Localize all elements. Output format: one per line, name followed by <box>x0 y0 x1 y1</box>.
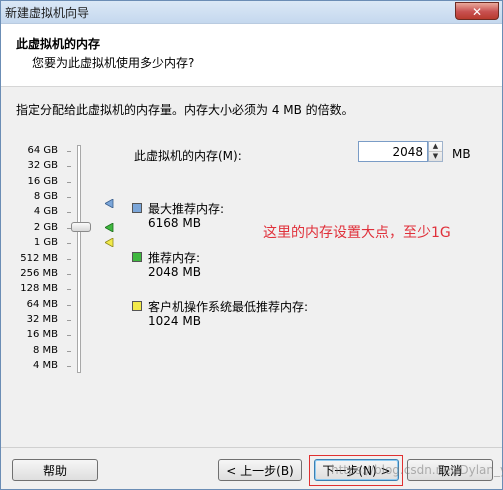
scale-label: 16 MB <box>26 329 58 340</box>
scale-tick <box>67 366 71 367</box>
scale-tick <box>67 305 71 306</box>
memory-slider-track[interactable] <box>77 145 81 373</box>
page-title: 此虚拟机的内存 <box>16 37 101 51</box>
memory-unit: MB <box>452 147 471 161</box>
scale-label: 16 GB <box>27 176 58 187</box>
scale-tick <box>67 289 71 290</box>
legend-color-max <box>132 203 142 213</box>
scale-label: 4 GB <box>33 206 58 217</box>
watermark: https://blog.csdn.net/Dylan_ya <box>331 463 503 477</box>
scale-label: 1 GB <box>33 237 58 248</box>
memory-label: 此虚拟机的内存(M): <box>134 149 242 163</box>
instruction-text: 指定分配给此虚拟机的内存量。内存大小必须为 4 MB 的倍数。 <box>16 103 354 117</box>
spin-up-icon[interactable]: ▲ <box>429 142 442 152</box>
legend-recommended-title: 推荐内存: <box>148 251 201 265</box>
legend-max-value: 6168 MB <box>148 216 201 230</box>
close-icon: ✕ <box>471 5 483 19</box>
legend-recommended-value: 2048 MB <box>148 265 201 279</box>
divider <box>1 447 502 448</box>
memory-input[interactable] <box>358 141 428 162</box>
scale-label: 64 GB <box>27 145 58 156</box>
legend-color-recommended <box>132 252 142 262</box>
legend-max-title: 最大推荐内存: <box>148 202 225 216</box>
scale-label: 128 MB <box>20 283 58 294</box>
scale-tick <box>67 335 71 336</box>
window-title: 新建虚拟机向导 <box>5 6 90 20</box>
wizard-header: 此虚拟机的内存 您要为此虚拟机使用多少内存? <box>1 24 502 87</box>
scale-tick <box>67 182 71 183</box>
scale-tick <box>67 274 71 275</box>
spin-down-icon[interactable]: ▼ <box>429 152 442 161</box>
close-button[interactable]: ✕ <box>455 2 499 20</box>
max-recommended-marker-icon <box>105 199 114 208</box>
scale-label: 4 MB <box>32 360 58 371</box>
title-bar[interactable]: 新建虚拟机向导 ✕ <box>1 1 502 24</box>
annotation-text: 这里的内存设置大点，至少1G <box>263 225 451 241</box>
scale-tick <box>67 320 71 321</box>
help-button[interactable]: 帮助 <box>12 459 98 481</box>
scale-label: 8 MB <box>32 345 58 356</box>
memory-spinner[interactable]: ▲ ▼ <box>428 141 443 162</box>
scale-label: 512 MB <box>20 253 58 264</box>
scale-tick <box>67 166 71 167</box>
scale-tick <box>67 212 71 213</box>
recommended-marker-icon <box>105 223 114 232</box>
scale-tick <box>67 351 71 352</box>
scale-tick <box>67 197 71 198</box>
scale-tick <box>67 259 71 260</box>
back-button[interactable]: < 上一步(B) <box>218 459 302 481</box>
page-subtitle: 您要为此虚拟机使用多少内存? <box>32 56 195 70</box>
wizard-window: 新建虚拟机向导 ✕ 此虚拟机的内存 您要为此虚拟机使用多少内存? 指定分配给此虚… <box>0 0 503 490</box>
scale-label: 8 GB <box>33 191 58 202</box>
minimum-marker-icon <box>105 238 114 247</box>
scale-tick <box>67 243 71 244</box>
scale-label: 256 MB <box>20 268 58 279</box>
memory-slider-thumb[interactable] <box>71 222 91 232</box>
scale-label: 64 MB <box>26 299 58 310</box>
legend-minimum-value: 1024 MB <box>148 314 201 328</box>
legend-color-minimum <box>132 301 142 311</box>
scale-label: 32 MB <box>26 314 58 325</box>
scale-tick <box>67 151 71 152</box>
legend-minimum-title: 客户机操作系统最低推荐内存: <box>148 300 309 314</box>
scale-label: 32 GB <box>27 160 58 171</box>
scale-label: 2 GB <box>33 222 58 233</box>
